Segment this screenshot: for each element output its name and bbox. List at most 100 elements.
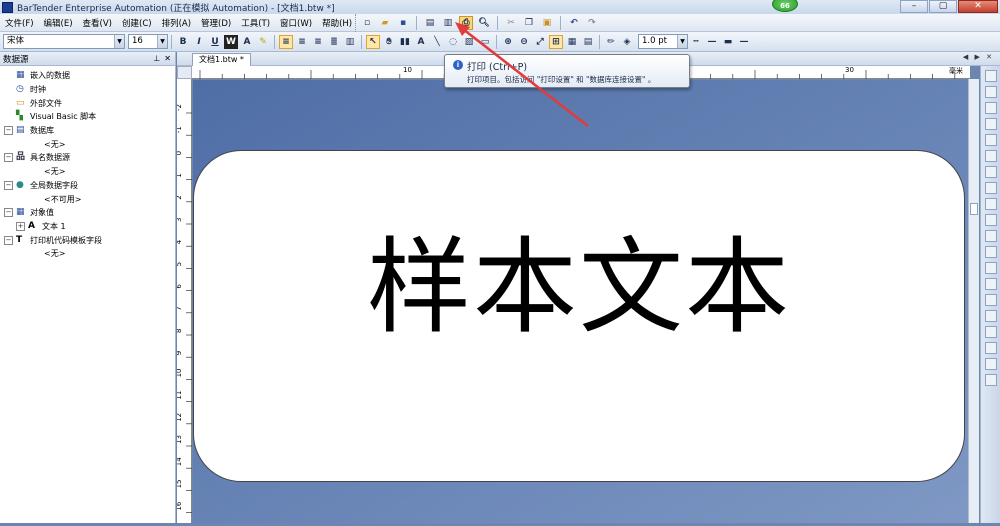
tree-item[interactable]: <不可用> (0, 192, 175, 206)
toolbox-button[interactable] (984, 134, 997, 146)
toolbox-button[interactable] (984, 230, 997, 242)
paste-icon[interactable]: ▣ (540, 16, 554, 30)
panel-close-icon[interactable]: ✕ (164, 54, 171, 63)
pin-icon[interactable]: ⊥ (153, 54, 160, 63)
toolbox-button[interactable] (984, 150, 997, 162)
menu-help[interactable]: 帮助(H) (317, 17, 357, 29)
collapse-icon[interactable]: − (4, 153, 13, 163)
tree-item[interactable]: − T 打印机代码模板字段 (0, 233, 175, 247)
toolbox-button[interactable] (984, 358, 997, 370)
vertical-scrollbar[interactable] (968, 79, 979, 523)
maximize-button[interactable]: ▢ (929, 0, 957, 13)
menu-arrange[interactable]: 排列(A) (157, 17, 196, 29)
hand-icon[interactable]: ✋︎ (382, 35, 396, 49)
toolbox-button[interactable] (984, 374, 997, 386)
tree-item[interactable]: <无> (0, 247, 175, 261)
menu-window[interactable]: 窗口(W) (275, 17, 317, 29)
shape-tool-icon[interactable]: ◌ (446, 35, 460, 49)
menu-edit[interactable]: 编辑(E) (39, 17, 78, 29)
toolbox-button[interactable] (984, 166, 997, 178)
copy-icon[interactable]: ❐ (522, 16, 536, 30)
menu-manage[interactable]: 管理(D) (196, 17, 236, 29)
tab-document[interactable]: 文档1.btw * (192, 53, 251, 66)
tree-item[interactable]: − ▤ 数据库 (0, 124, 175, 138)
collapse-icon[interactable]: − (4, 126, 13, 136)
barcode-icon[interactable]: ▮▮ (398, 35, 412, 49)
underline-button[interactable]: U (208, 35, 222, 49)
toolbox-button[interactable] (984, 86, 997, 98)
page-setup-icon[interactable]: ▤ (423, 16, 437, 30)
tree-item[interactable]: ◷ 时钟 (0, 83, 175, 97)
picture-tool-icon[interactable]: ▨ (462, 35, 476, 49)
print-icon[interactable]: ⎙ (459, 16, 473, 30)
font-size-select[interactable]: 16 ▼ (128, 34, 168, 49)
save-icon[interactable]: ▪ (396, 16, 410, 30)
print-preview-icon[interactable]: 🔍︎ (477, 16, 491, 30)
text-color-button[interactable]: A (240, 35, 254, 49)
line-width-select[interactable]: 1.0 pt ▼ (638, 34, 688, 49)
highlight-color-icon[interactable]: ✎ (256, 35, 270, 49)
toolbox-button[interactable] (984, 278, 997, 290)
tree-item[interactable]: ▦ 嵌入的数据 (0, 69, 175, 83)
menu-tools[interactable]: 工具(T) (236, 17, 275, 29)
sample-text-object[interactable]: 样本文本 (193, 235, 965, 339)
open-folder-icon[interactable]: ▰ (378, 16, 392, 30)
toolbox-button[interactable] (984, 342, 997, 354)
line-style-icon[interactable]: ┅ (689, 35, 703, 49)
align-center-icon[interactable]: ≡ (295, 35, 309, 49)
zoom-in-icon[interactable]: ⊕ (501, 35, 515, 49)
font-box-icon[interactable]: W (224, 34, 238, 49)
new-document-icon[interactable]: ▫ (360, 16, 374, 30)
fill-color-icon[interactable]: ◈ (620, 35, 634, 49)
bold-button[interactable]: B (176, 35, 190, 49)
justify-icon[interactable]: ≣ (327, 35, 341, 49)
toolbox-button[interactable] (984, 326, 997, 338)
toolbox-button[interactable] (984, 294, 997, 306)
collapse-icon[interactable]: − (4, 235, 13, 245)
line-weight-icon[interactable]: ▬ (721, 35, 735, 49)
tree-item[interactable]: ▭ 外部文件 (0, 96, 175, 110)
select-pointer-icon[interactable]: ↖ (366, 34, 380, 49)
toolbox-button[interactable] (984, 246, 997, 258)
close-button[interactable]: ✕ (958, 0, 998, 13)
tree-item[interactable]: <无> (0, 137, 175, 151)
collapse-icon[interactable]: − (4, 180, 13, 190)
toolbox-button[interactable] (984, 198, 997, 210)
collapse-icon[interactable]: − (4, 208, 13, 218)
table-icon[interactable]: ▤ (581, 35, 595, 49)
italic-button[interactable]: I (192, 35, 206, 49)
redo-icon[interactable]: ↷ (585, 16, 599, 30)
text-tool-icon[interactable]: A (414, 35, 428, 49)
toolbox-button[interactable] (984, 70, 997, 82)
tree-item[interactable]: − ● 全局数据字段 (0, 179, 175, 193)
toolbox-button[interactable] (984, 182, 997, 194)
toolbox-button[interactable] (984, 118, 997, 130)
scrollbar-thumb[interactable] (970, 203, 978, 215)
design-canvas[interactable]: 样本文本 (193, 80, 971, 523)
toolbox-button[interactable] (984, 310, 997, 322)
menu-view[interactable]: 查看(V) (78, 17, 117, 29)
toolbox-button[interactable] (984, 262, 997, 274)
tree-item[interactable]: <无> (0, 165, 175, 179)
layout-icon[interactable]: ▦ (565, 35, 579, 49)
rfid-tool-icon[interactable]: ▭ (478, 35, 492, 49)
grid-icon[interactable]: ⊞ (549, 34, 563, 49)
line-dash-icon[interactable]: — (705, 35, 719, 49)
tree-item[interactable]: + A 文本 1 (0, 220, 175, 234)
align-left-icon[interactable]: ≡ (279, 34, 293, 49)
toolbox-button[interactable] (984, 214, 997, 226)
zoom-out-icon[interactable]: ⊖ (517, 35, 531, 49)
zoom-fit-icon[interactable]: ⤢ (533, 35, 547, 49)
notification-badge[interactable]: 66 (772, 0, 798, 12)
tree-item[interactable]: ▚ Visual Basic 脚本 (0, 110, 175, 124)
toolbox-button[interactable] (984, 102, 997, 114)
align-right-icon[interactable]: ≡ (311, 35, 325, 49)
tab-nav-arrows[interactable]: ◀ ▶ ✕ (963, 53, 994, 61)
line-tool-icon[interactable]: ╲ (430, 35, 444, 49)
tree-item[interactable]: − 品具名数据源 (0, 151, 175, 165)
line-end-icon[interactable]: — (737, 35, 751, 49)
tree-item[interactable]: − ▦ 对象值 (0, 206, 175, 220)
database-setup-icon[interactable]: ▥ (441, 16, 455, 30)
expand-icon[interactable]: + (16, 221, 25, 231)
minimize-button[interactable]: – (900, 0, 928, 13)
